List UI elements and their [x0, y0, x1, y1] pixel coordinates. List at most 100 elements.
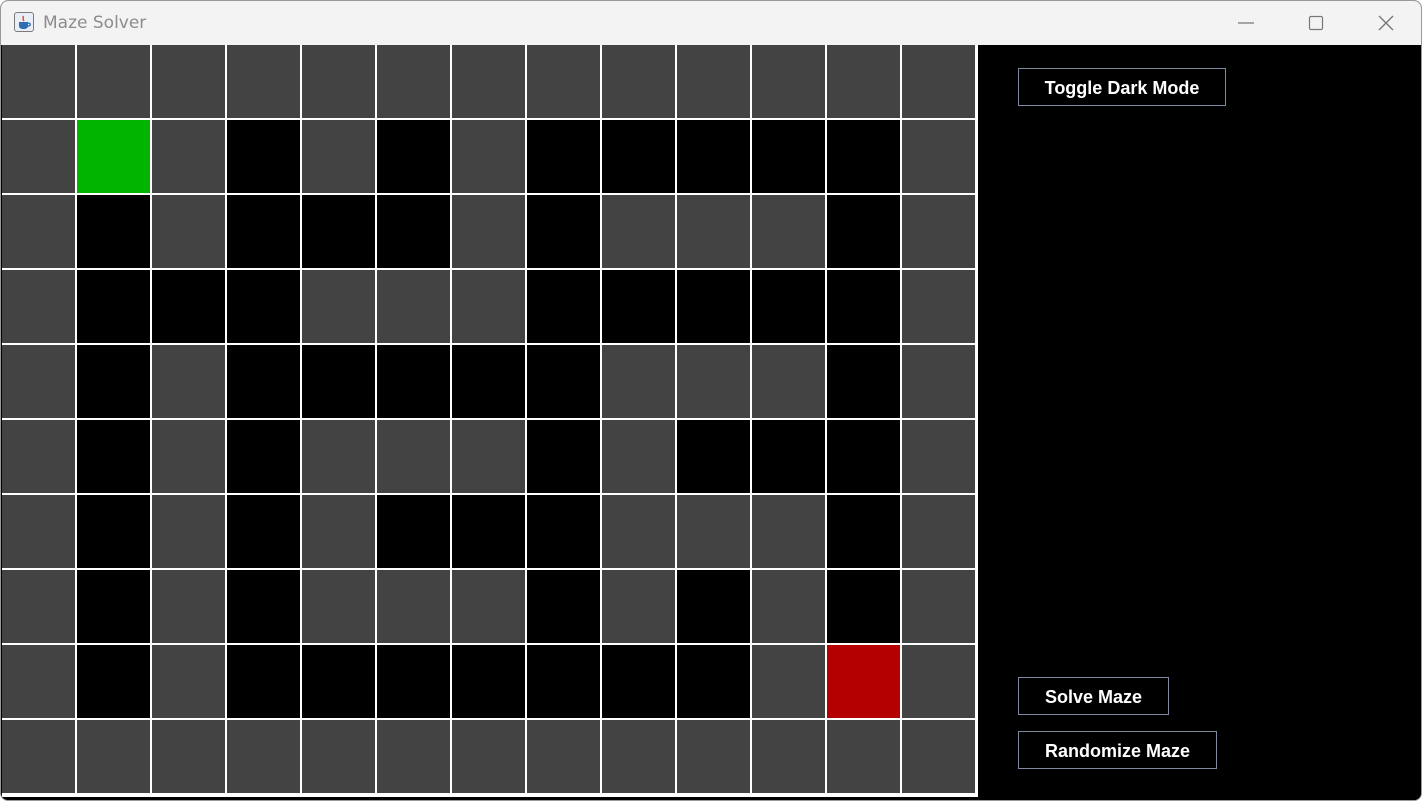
open-cell[interactable]	[377, 570, 452, 645]
wall-cell[interactable]	[527, 495, 602, 570]
wall-cell[interactable]	[827, 570, 902, 645]
open-cell[interactable]	[902, 270, 977, 345]
wall-cell[interactable]	[377, 345, 452, 420]
wall-cell[interactable]	[227, 195, 302, 270]
wall-cell[interactable]	[227, 345, 302, 420]
open-cell[interactable]	[752, 645, 827, 720]
wall-cell[interactable]	[602, 645, 677, 720]
open-cell[interactable]	[152, 195, 227, 270]
open-cell[interactable]	[902, 195, 977, 270]
open-cell[interactable]	[302, 495, 377, 570]
open-cell[interactable]	[452, 120, 527, 195]
wall-cell[interactable]	[752, 270, 827, 345]
wall-cell[interactable]	[677, 645, 752, 720]
wall-cell[interactable]	[302, 345, 377, 420]
wall-cell[interactable]	[527, 345, 602, 420]
open-cell[interactable]	[452, 420, 527, 495]
maximize-button[interactable]	[1281, 1, 1351, 45]
open-cell[interactable]	[2, 420, 77, 495]
open-cell[interactable]	[2, 720, 77, 795]
wall-cell[interactable]	[77, 645, 152, 720]
open-cell[interactable]	[302, 45, 377, 120]
wall-cell[interactable]	[377, 645, 452, 720]
open-cell[interactable]	[527, 45, 602, 120]
wall-cell[interactable]	[377, 495, 452, 570]
wall-cell[interactable]	[527, 270, 602, 345]
open-cell[interactable]	[2, 45, 77, 120]
open-cell[interactable]	[227, 720, 302, 795]
open-cell[interactable]	[527, 720, 602, 795]
toggle-dark-mode-button[interactable]: Toggle Dark Mode	[1018, 68, 1226, 106]
open-cell[interactable]	[677, 495, 752, 570]
open-cell[interactable]	[2, 495, 77, 570]
open-cell[interactable]	[77, 720, 152, 795]
open-cell[interactable]	[677, 345, 752, 420]
open-cell[interactable]	[302, 120, 377, 195]
randomize-maze-button[interactable]: Randomize Maze	[1018, 731, 1217, 769]
open-cell[interactable]	[152, 45, 227, 120]
open-cell[interactable]	[602, 195, 677, 270]
wall-cell[interactable]	[677, 570, 752, 645]
wall-cell[interactable]	[827, 495, 902, 570]
open-cell[interactable]	[902, 720, 977, 795]
open-cell[interactable]	[902, 45, 977, 120]
minimize-button[interactable]	[1211, 1, 1281, 45]
close-button[interactable]	[1351, 1, 1421, 45]
open-cell[interactable]	[602, 345, 677, 420]
open-cell[interactable]	[902, 420, 977, 495]
wall-cell[interactable]	[77, 570, 152, 645]
open-cell[interactable]	[602, 570, 677, 645]
open-cell[interactable]	[377, 720, 452, 795]
wall-cell[interactable]	[527, 570, 602, 645]
start-cell[interactable]	[77, 120, 152, 195]
open-cell[interactable]	[152, 345, 227, 420]
wall-cell[interactable]	[827, 345, 902, 420]
open-cell[interactable]	[2, 345, 77, 420]
wall-cell[interactable]	[227, 420, 302, 495]
wall-cell[interactable]	[227, 270, 302, 345]
wall-cell[interactable]	[677, 270, 752, 345]
open-cell[interactable]	[902, 495, 977, 570]
open-cell[interactable]	[902, 120, 977, 195]
open-cell[interactable]	[902, 645, 977, 720]
wall-cell[interactable]	[827, 120, 902, 195]
wall-cell[interactable]	[602, 270, 677, 345]
wall-cell[interactable]	[527, 420, 602, 495]
open-cell[interactable]	[827, 720, 902, 795]
open-cell[interactable]	[752, 345, 827, 420]
open-cell[interactable]	[752, 45, 827, 120]
wall-cell[interactable]	[452, 645, 527, 720]
wall-cell[interactable]	[77, 195, 152, 270]
open-cell[interactable]	[452, 270, 527, 345]
open-cell[interactable]	[302, 420, 377, 495]
open-cell[interactable]	[2, 645, 77, 720]
open-cell[interactable]	[752, 495, 827, 570]
open-cell[interactable]	[302, 720, 377, 795]
wall-cell[interactable]	[77, 270, 152, 345]
open-cell[interactable]	[2, 120, 77, 195]
open-cell[interactable]	[152, 570, 227, 645]
wall-cell[interactable]	[77, 495, 152, 570]
wall-cell[interactable]	[227, 495, 302, 570]
open-cell[interactable]	[452, 195, 527, 270]
wall-cell[interactable]	[302, 195, 377, 270]
wall-cell[interactable]	[227, 570, 302, 645]
end-cell[interactable]	[827, 645, 902, 720]
open-cell[interactable]	[677, 195, 752, 270]
open-cell[interactable]	[902, 570, 977, 645]
wall-cell[interactable]	[527, 645, 602, 720]
open-cell[interactable]	[377, 420, 452, 495]
solve-maze-button[interactable]: Solve Maze	[1018, 677, 1169, 715]
wall-cell[interactable]	[152, 270, 227, 345]
open-cell[interactable]	[77, 45, 152, 120]
open-cell[interactable]	[2, 570, 77, 645]
wall-cell[interactable]	[227, 120, 302, 195]
wall-cell[interactable]	[602, 120, 677, 195]
wall-cell[interactable]	[77, 345, 152, 420]
wall-cell[interactable]	[677, 120, 752, 195]
open-cell[interactable]	[752, 720, 827, 795]
wall-cell[interactable]	[377, 195, 452, 270]
wall-cell[interactable]	[752, 120, 827, 195]
wall-cell[interactable]	[377, 120, 452, 195]
open-cell[interactable]	[152, 495, 227, 570]
